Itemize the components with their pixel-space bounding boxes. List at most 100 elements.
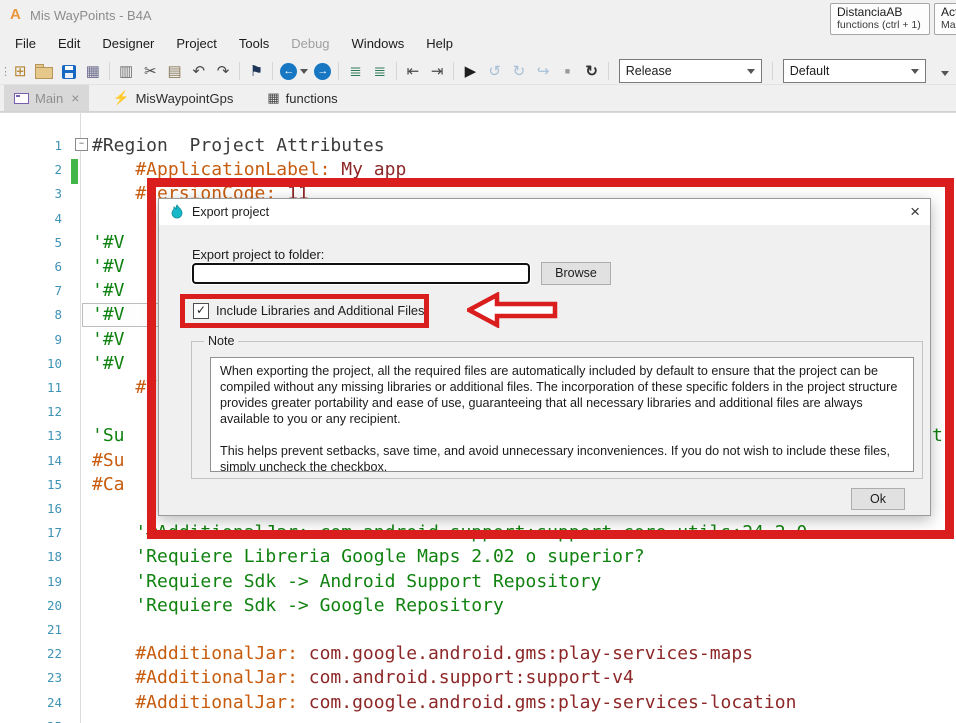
line-number: 15 [46, 476, 62, 492]
menu-tools[interactable]: Tools [228, 30, 280, 58]
menu-file[interactable]: File [4, 30, 47, 58]
tab-main[interactable]: Main × [4, 85, 90, 111]
close-icon[interactable]: × [910, 203, 920, 221]
toolbar-separator [395, 62, 397, 80]
menu-debug[interactable]: Debug [280, 30, 340, 58]
save-icon[interactable] [57, 59, 81, 84]
step-out-icon[interactable]: ↪ [531, 59, 555, 84]
quick-panel-activity[interactable]: Act Mai [934, 3, 956, 35]
code-line: #Su [92, 449, 125, 473]
tab-label: MisWaypointGps [135, 90, 234, 106]
line-number: 14 [46, 452, 62, 468]
export-project-dialog: Export project × Export project to folde… [158, 198, 931, 516]
include-libraries-checkbox[interactable]: ✓ [193, 303, 209, 319]
code-line: '#V [92, 303, 125, 327]
toolbar: ⋮ ⊞ ▦ ▥ ✂ ▤ ↶ ↷ ⚑ ← → ≣ ≣ ⇤ ⇥ ▶ ↺ ↻ ↪ ■ ↻ Release Default [0, 58, 956, 85]
modules-icon[interactable]: ▦ [81, 59, 105, 84]
restart-icon[interactable]: ↻ [580, 59, 604, 84]
new-project-icon[interactable]: ⊞ [8, 59, 32, 84]
toolbar-separator [109, 62, 110, 80]
shift-right-icon[interactable]: ⇥ [425, 59, 449, 84]
dropdown-caret-icon[interactable] [300, 68, 309, 74]
menu-designer[interactable]: Designer [91, 30, 165, 58]
quick-panel-title: Act [941, 5, 956, 19]
line-number: 16 [46, 501, 62, 516]
redo-icon[interactable]: ↷ [211, 59, 235, 84]
grid-icon: ▦ [267, 90, 280, 105]
code-line: '#V [92, 231, 125, 255]
indent-lines-icon[interactable]: ≣ [343, 59, 367, 84]
run-icon[interactable]: ▶ [458, 59, 482, 84]
tab-label: functions [285, 90, 338, 106]
undo-icon[interactable]: ↶ [187, 59, 211, 84]
code-line: '#AdditionalJar: com.android.support:sup… [92, 521, 807, 545]
tab-close-icon[interactable]: × [71, 90, 79, 106]
code-segment: '#AdditionalJar: com.android.support:sup… [92, 522, 808, 544]
build-configuration-select[interactable]: Release [618, 59, 762, 83]
navigate-back-icon-circle: ← [280, 62, 298, 80]
stop-icon[interactable]: ■ [555, 59, 579, 84]
navigate-back-icon[interactable]: ← [280, 62, 309, 80]
dialog-title-bar[interactable]: Export project × [159, 199, 930, 225]
line-number: 7 [54, 283, 62, 299]
code-segment: #ApplicationLabel: [92, 159, 331, 181]
code-line: #AdditionalJar: com.google.android.gms:p… [92, 691, 796, 715]
floppy-shape [61, 64, 76, 79]
menu-project[interactable]: Project [165, 30, 227, 58]
code-line: '#V [92, 352, 125, 376]
menu-bar: File Edit Designer Project Tools Debug Windows… [0, 30, 956, 58]
code-segment: #AdditionalJar: [92, 691, 298, 713]
open-project-icon[interactable] [32, 59, 56, 84]
code-line: '#V [92, 328, 125, 352]
line-number: 25 [0, 719, 62, 723]
toolbar-overflow-button[interactable] [932, 59, 956, 84]
outdent-lines-icon[interactable]: ≣ [368, 59, 392, 84]
shift-left-icon[interactable]: ⇤ [401, 59, 425, 84]
filter-select[interactable]: Default [782, 59, 926, 83]
filter-select-value: Default [789, 64, 830, 78]
menu-help[interactable]: Help [415, 30, 464, 58]
line-number: 20 [46, 597, 62, 613]
line-number: 6 [54, 259, 62, 274]
navigate-forward-icon-circle: → [314, 62, 332, 80]
menu-edit[interactable]: Edit [47, 30, 91, 58]
toolbar-separator [338, 62, 340, 80]
code-line: #Ca [92, 473, 125, 497]
cut-icon[interactable]: ✂ [138, 59, 162, 84]
line-number: 21 [46, 622, 62, 637]
code-line: #Region Project Attributes [92, 134, 385, 158]
tab-functions[interactable]: ▦ functions [257, 85, 347, 111]
step-into-icon[interactable]: ↻ [507, 59, 531, 84]
copy-icon[interactable]: ▥ [114, 59, 138, 84]
browse-button[interactable]: Browse [541, 262, 611, 285]
code-segment: #Ve [92, 377, 168, 398]
code-line: #AdditionalJar: com.android.support:supp… [92, 666, 634, 690]
note-paragraph: When exporting the project, all the requ… [220, 364, 898, 426]
code-segment: '#V [92, 231, 125, 253]
line-number: 9 [54, 331, 62, 347]
code-segment: '#V [92, 352, 125, 374]
tab-miswaypointgps[interactable]: ⚡ MisWaypointGps [103, 85, 243, 111]
paste-icon[interactable]: ▤ [162, 59, 186, 84]
code-line: '#V [92, 279, 125, 303]
navigate-forward-icon[interactable]: → [314, 62, 332, 80]
note-paragraph: This helps prevent setbacks, save time, … [220, 444, 890, 472]
b4a-logo-icon: A [10, 6, 21, 23]
fold-toggle-icon[interactable]: − [75, 138, 88, 151]
ok-button[interactable]: Ok [851, 488, 905, 510]
code-segment: com.google.android.gms:play-services-map… [297, 643, 754, 665]
title-bar: A Mis WayPoints - B4A [0, 0, 956, 30]
code-line: 'Requiere Sdk -> Google Repository [92, 594, 503, 618]
bookmark-icon[interactable]: ⚑ [244, 59, 268, 84]
quick-panel-distanciaab[interactable]: DistanciaAB functions (ctrl + 1) [830, 3, 930, 35]
toolbar-separator [771, 62, 773, 80]
code-segment: #AdditionalJar: [92, 643, 298, 665]
step-over-icon[interactable]: ↺ [483, 59, 507, 84]
export-folder-input[interactable] [191, 262, 531, 285]
toolbar-separator [453, 62, 455, 80]
code-line: 'Requiere Libreria Google Maps 2.02 o su… [92, 545, 644, 569]
menu-windows[interactable]: Windows [341, 30, 416, 58]
code-segment: #Region Project Attributes [92, 135, 385, 156]
toolbar-separator [272, 62, 274, 80]
line-number: 18 [46, 549, 62, 565]
